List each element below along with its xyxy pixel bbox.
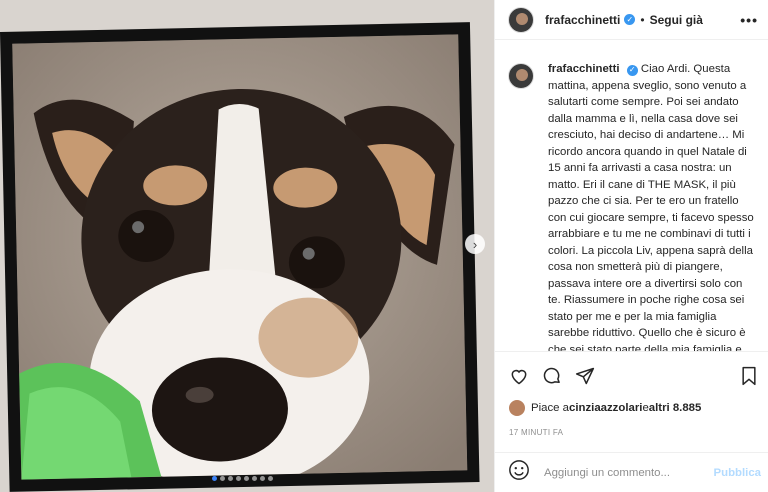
carousel-dot	[212, 476, 217, 481]
caption-text: frafacchinetti ✓ Ciao Ardi. Questa matti…	[548, 61, 755, 352]
header-username[interactable]: frafacchinetti	[545, 13, 620, 27]
post-media[interactable]: ›	[0, 0, 494, 492]
post-header: frafacchinetti ✓ • Segui già •••	[495, 0, 768, 40]
dog-photo	[12, 34, 468, 480]
comment-icon[interactable]	[540, 364, 564, 388]
likes-summary: Piace a cinziaazzolari e altri 8.885	[509, 400, 701, 416]
dog-photo-frame	[0, 22, 480, 492]
carousel-dot	[268, 476, 273, 481]
comment-bar: Pubblica	[495, 452, 768, 492]
caption-verified-badge-icon: ✓	[626, 64, 638, 76]
post-timestamp[interactable]: 17 MINUTI FA	[509, 428, 563, 437]
share-icon[interactable]	[573, 364, 597, 388]
more-options-icon[interactable]: •••	[740, 12, 758, 28]
carousel-next-button[interactable]: ›	[465, 234, 485, 254]
carousel-dot	[260, 476, 265, 481]
caption-body: Ciao Ardi. Questa mattina, appena svegli…	[548, 63, 754, 352]
likes-prefix: Piace a	[531, 402, 569, 414]
heart-icon[interactable]	[507, 364, 531, 388]
separator-dot: •	[640, 12, 645, 27]
carousel-dot	[236, 476, 241, 481]
caption-area[interactable]: frafacchinetti ✓ Ciao Ardi. Questa matti…	[495, 41, 768, 352]
dog-illustration	[12, 34, 468, 480]
carousel-dot	[228, 476, 233, 481]
following-button[interactable]: Segui già	[650, 13, 703, 27]
carousel-dots	[212, 476, 273, 481]
verified-badge-icon: ✓	[624, 14, 636, 25]
action-bar	[507, 364, 761, 388]
caption-username[interactable]: frafacchinetti	[548, 63, 620, 75]
likes-others-link[interactable]: altri 8.885	[649, 402, 702, 414]
comment-input[interactable]	[544, 466, 714, 479]
avatar[interactable]	[508, 6, 534, 33]
carousel-dot	[252, 476, 257, 481]
caption-avatar[interactable]	[508, 63, 534, 89]
carousel-dot	[244, 476, 249, 481]
publish-button[interactable]: Pubblica	[714, 467, 761, 479]
chevron-right-icon: ›	[472, 236, 478, 252]
post-panel: frafacchinetti ✓ • Segui già ••• frafacc…	[494, 0, 768, 492]
liker-avatar[interactable]	[509, 400, 525, 416]
liker-username[interactable]: cinziaazzolari	[569, 402, 642, 414]
emoji-icon[interactable]	[508, 459, 530, 486]
carousel-dot	[220, 476, 225, 481]
bookmark-icon[interactable]	[737, 364, 761, 388]
